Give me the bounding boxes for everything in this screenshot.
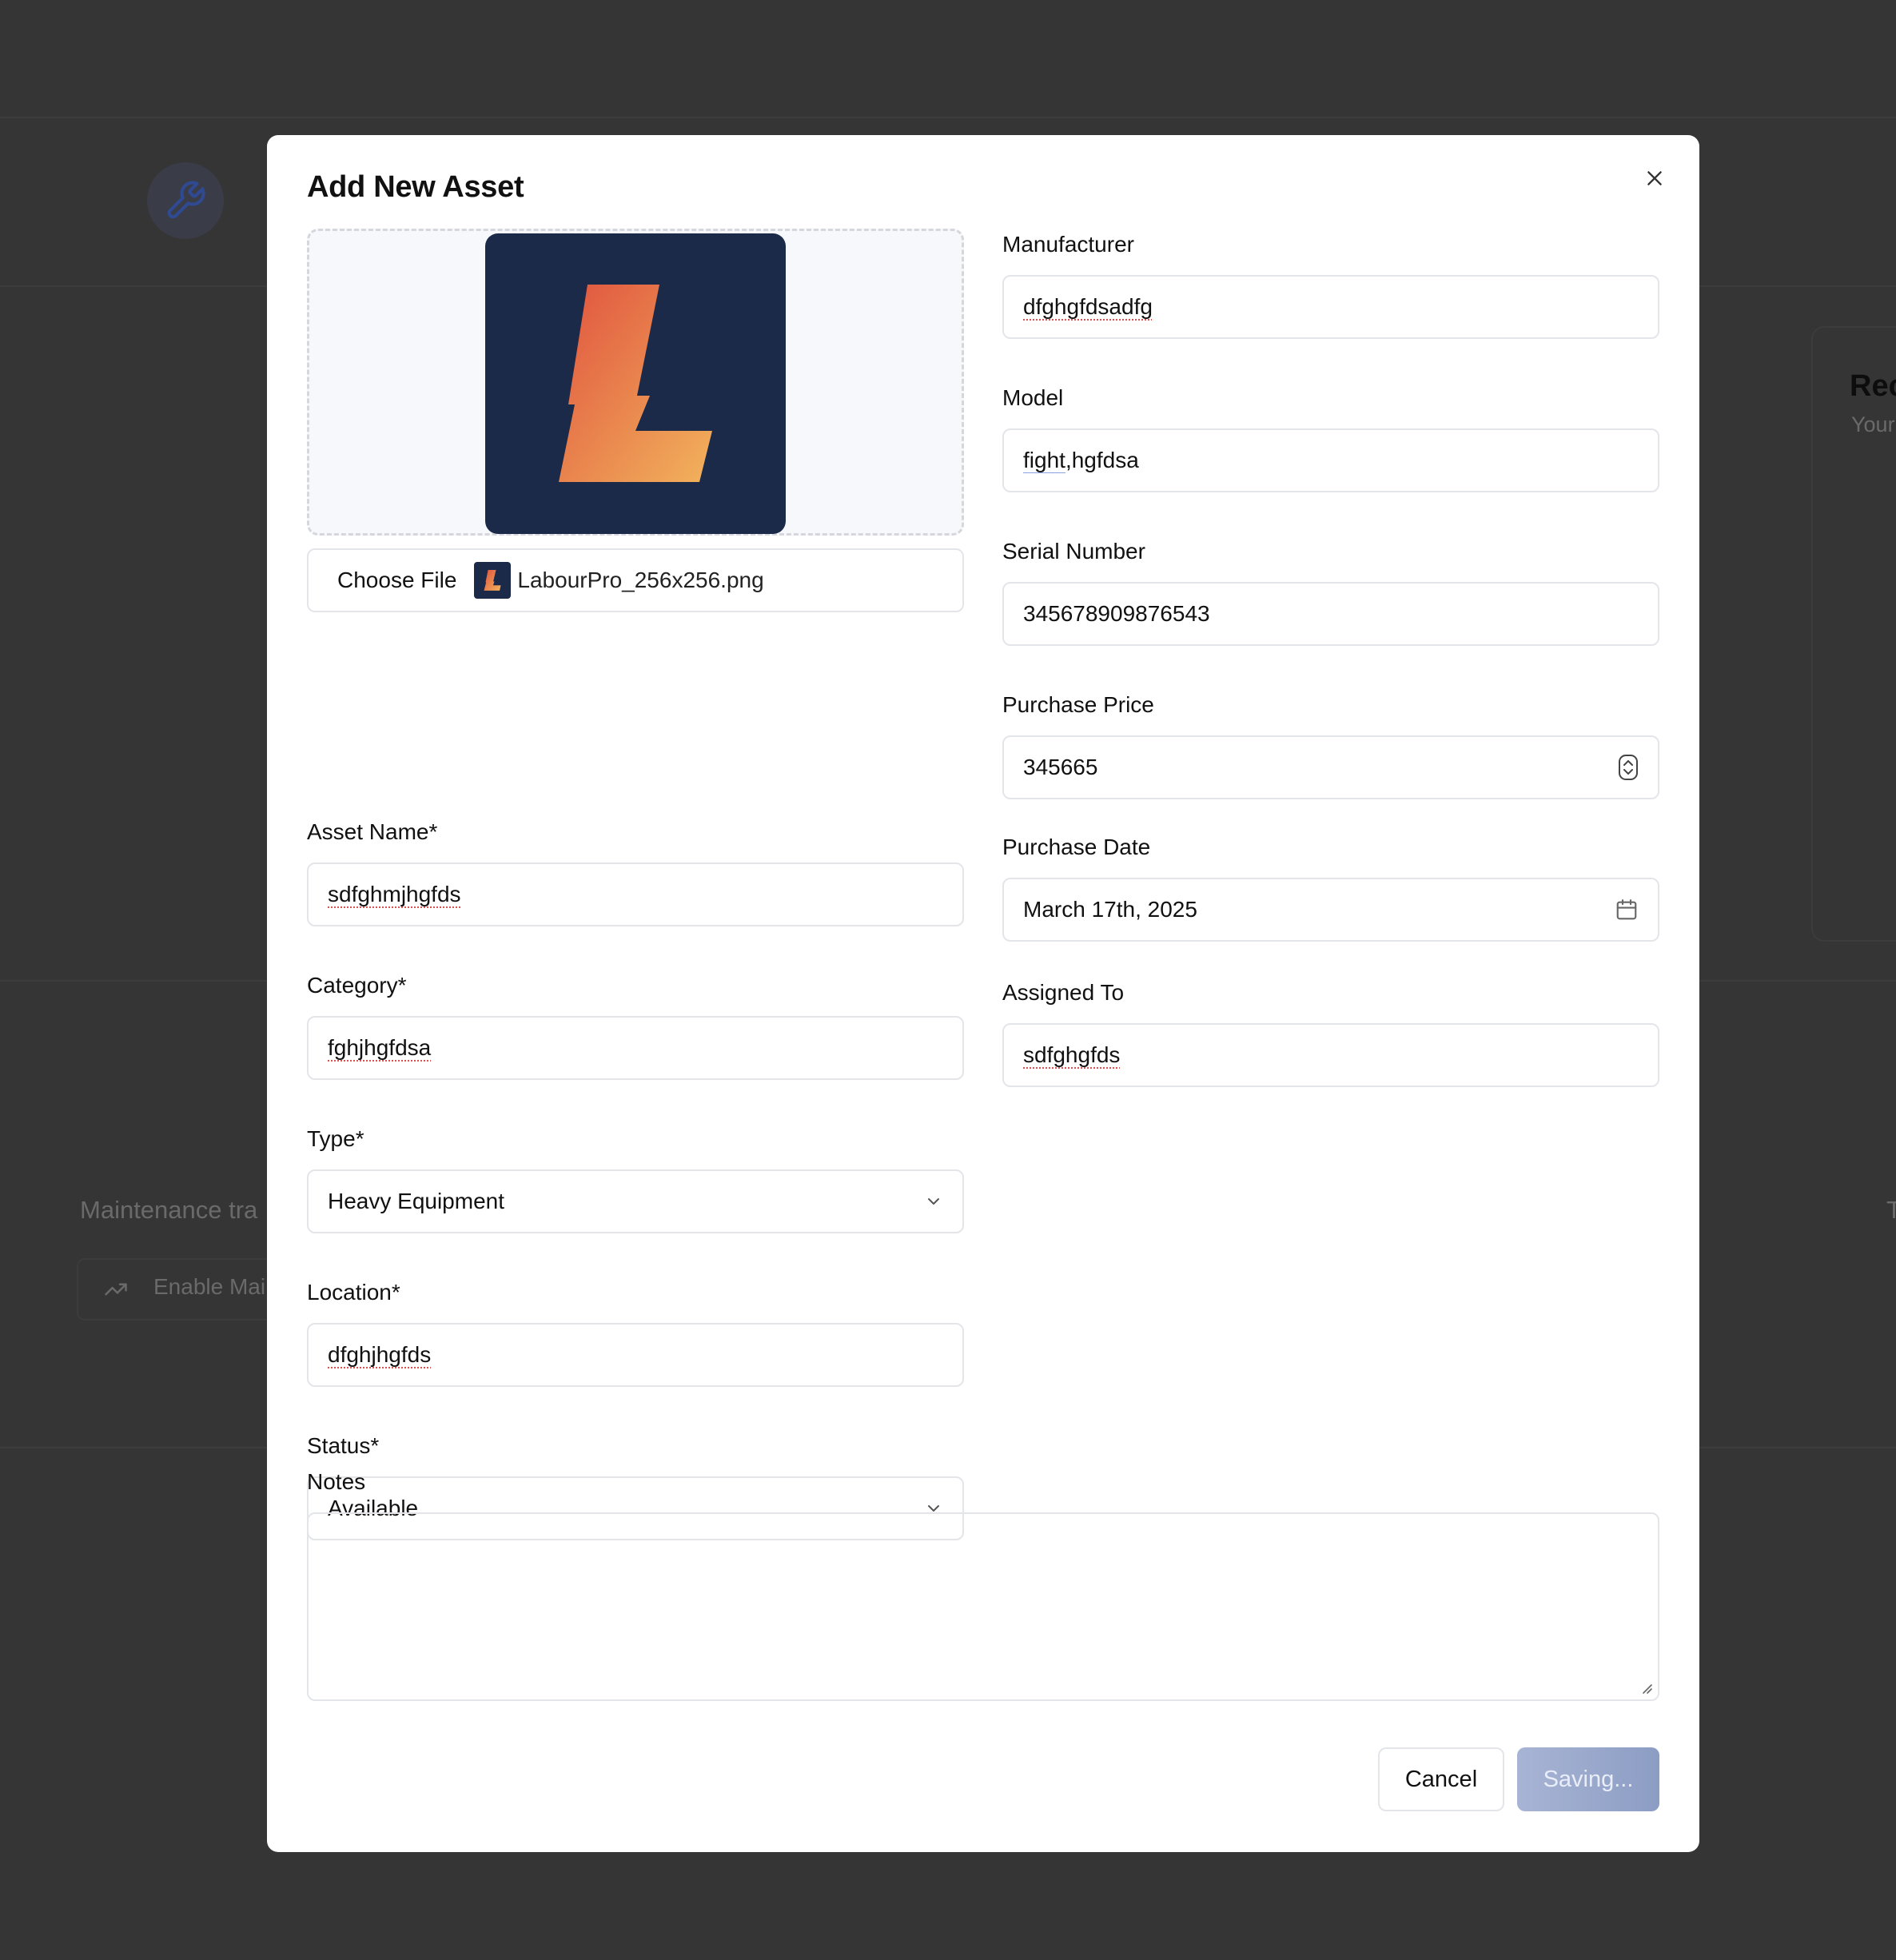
- type-label: Type*: [307, 1126, 364, 1151]
- model-label: Model: [1002, 385, 1064, 410]
- location-input[interactable]: dfghjhgfds: [307, 1323, 964, 1387]
- purchase-date-field: Purchase Date March 17th, 2025: [1002, 831, 1659, 942]
- bg-enable-label: Enable Mai: [153, 1274, 265, 1299]
- add-asset-dialog: Add New Asset Choose File LabourPro_256x…: [267, 135, 1699, 1852]
- labourpro-logo-icon: [559, 285, 712, 482]
- choose-file-button[interactable]: Choose File: [337, 568, 456, 593]
- close-button[interactable]: [1639, 162, 1671, 194]
- selected-file-name: LabourPro_256x256.png: [517, 568, 764, 592]
- model-input[interactable]: fight ,hgfdsa: [1002, 428, 1659, 492]
- location-field: Location* dfghjhgfds: [307, 1277, 964, 1387]
- manufacturer-value: dfghgfdsadfg: [1023, 294, 1153, 319]
- assigned-to-field: Assigned To sdfghgfds: [1002, 977, 1659, 1087]
- status-label: Status*: [307, 1433, 380, 1458]
- asset-name-label: Asset Name*: [307, 819, 438, 844]
- asset-name-value: sdfghmjhgfds: [328, 882, 461, 906]
- bg-card-subtitle: Your: [1851, 412, 1895, 436]
- file-input[interactable]: Choose File LabourPro_256x256.png: [307, 548, 964, 612]
- bg-card-title: Rec: [1850, 369, 1896, 403]
- category-value: fghjhgfdsa: [328, 1035, 432, 1060]
- dialog-title: Add New Asset: [307, 170, 524, 204]
- serial-number-field: Serial Number 345678909876543: [1002, 536, 1659, 646]
- location-label: Location*: [307, 1280, 400, 1305]
- assigned-to-input[interactable]: sdfghgfds: [1002, 1023, 1659, 1087]
- asset-image-preview: [485, 233, 786, 534]
- file-thumbnail-icon: [474, 562, 512, 599]
- type-value: Heavy Equipment: [328, 1189, 505, 1213]
- purchase-date-value: March 17th, 2025: [1023, 897, 1197, 922]
- notes-label: Notes: [307, 1469, 366, 1494]
- save-button[interactable]: Saving...: [1517, 1747, 1659, 1811]
- purchase-date-label: Purchase Date: [1002, 835, 1151, 859]
- serial-number-value: 345678909876543: [1023, 601, 1210, 626]
- asset-name-input[interactable]: sdfghmjhgfds: [307, 862, 964, 926]
- resize-handle-icon[interactable]: [1640, 1682, 1653, 1695]
- manufacturer-field: Manufacturer dfghgfdsadfg: [1002, 229, 1659, 339]
- notes-field: Notes: [307, 1466, 1659, 1701]
- purchase-price-input[interactable]: 345665: [1002, 735, 1659, 799]
- image-dropzone[interactable]: [307, 229, 964, 536]
- calendar-icon[interactable]: [1615, 898, 1639, 922]
- purchase-price-value: 345665: [1023, 755, 1098, 779]
- cancel-button[interactable]: Cancel: [1378, 1747, 1504, 1811]
- purchase-date-input[interactable]: March 17th, 2025: [1002, 878, 1659, 942]
- model-value-underlined: fight: [1023, 448, 1066, 472]
- left-column: Choose File LabourPro_256x256.png Asset …: [307, 229, 964, 1540]
- bg-right-text: T: [1886, 1196, 1896, 1224]
- model-value-rest: ,hgfdsa: [1065, 448, 1139, 472]
- category-label: Category*: [307, 973, 407, 998]
- bg-divider: [0, 117, 1896, 118]
- type-select[interactable]: Heavy Equipment: [307, 1169, 964, 1233]
- bg-section-text: Maintenance tra: [80, 1196, 258, 1224]
- type-field: Type* Heavy Equipment: [307, 1123, 964, 1233]
- serial-number-label: Serial Number: [1002, 539, 1145, 564]
- serial-number-input[interactable]: 345678909876543: [1002, 582, 1659, 646]
- manufacturer-input[interactable]: dfghgfdsadfg: [1002, 275, 1659, 339]
- wrench-icon: [147, 162, 224, 239]
- category-field: Category* fghjhgfdsa: [307, 970, 964, 1080]
- purchase-price-label: Purchase Price: [1002, 692, 1154, 717]
- purchase-price-field: Purchase Price 345665: [1002, 689, 1659, 799]
- model-field: Model fight ,hgfdsa: [1002, 382, 1659, 492]
- trending-up-icon: [105, 1283, 127, 1296]
- number-stepper-icon[interactable]: [1618, 754, 1639, 781]
- location-value: dfghjhgfds: [328, 1342, 432, 1367]
- notes-textarea[interactable]: [307, 1512, 1659, 1701]
- chevron-down-icon: [924, 1192, 943, 1211]
- assigned-to-value: sdfghgfds: [1023, 1042, 1121, 1067]
- asset-name-field: Asset Name* sdfghmjhgfds: [307, 816, 964, 926]
- assigned-to-label: Assigned To: [1002, 980, 1125, 1005]
- close-icon: [1647, 171, 1662, 185]
- manufacturer-label: Manufacturer: [1002, 232, 1134, 257]
- category-input[interactable]: fghjhgfdsa: [307, 1016, 964, 1080]
